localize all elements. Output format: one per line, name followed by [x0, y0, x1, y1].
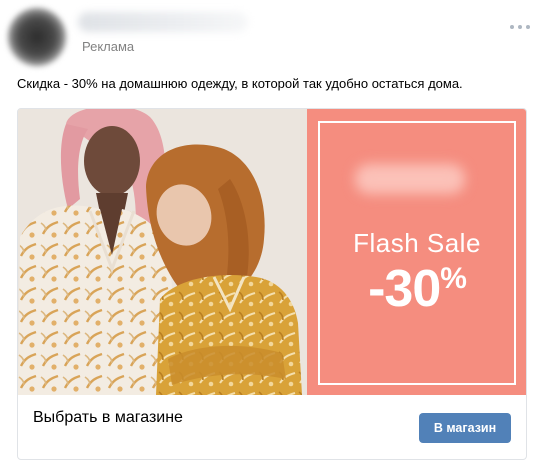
shop-button[interactable]: В магазин — [419, 413, 511, 443]
ad-post: Реклама Скидка - 30% на домашнюю одежду,… — [0, 0, 542, 471]
ad-card[interactable]: Flash Sale -30% Выбрать в магазине В маг… — [17, 108, 527, 460]
product-photo[interactable] — [18, 109, 307, 395]
card-title[interactable]: Выбрать в магазине — [33, 409, 183, 427]
avatar[interactable] — [8, 8, 66, 66]
ad-label: Реклама — [82, 39, 135, 54]
brand-logo-blurred — [355, 164, 465, 194]
percent-sign: % — [440, 262, 467, 295]
banner-headline: Flash Sale — [353, 228, 481, 258]
card-footer: Выбрать в магазине В магазин — [18, 395, 526, 459]
author-name-blurred[interactable] — [78, 12, 248, 32]
more-options-icon[interactable] — [510, 24, 530, 30]
discount-value: -30 — [368, 260, 441, 318]
post-text: Скидка - 30% на домашнюю одежду, в котор… — [17, 76, 463, 91]
sale-banner[interactable]: Flash Sale -30% — [307, 109, 526, 395]
banner-discount: -30% — [307, 259, 526, 319]
